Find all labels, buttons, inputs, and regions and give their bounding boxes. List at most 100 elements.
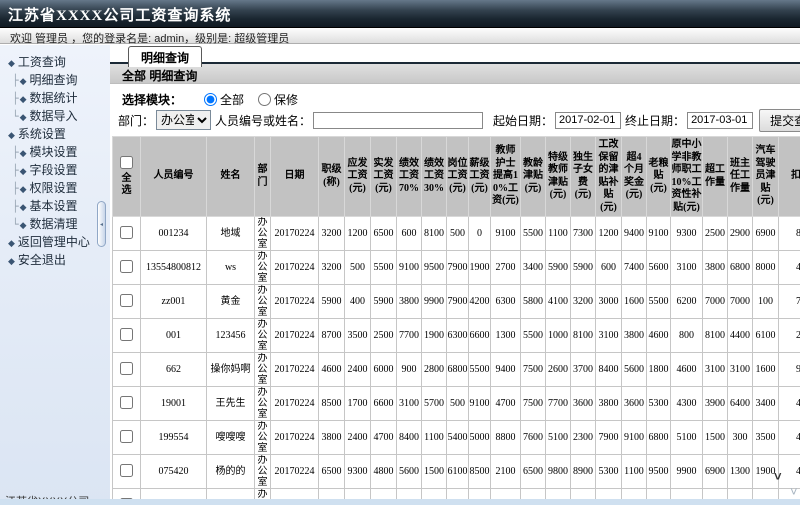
submit-query-button[interactable]: 提交查询 (759, 109, 800, 132)
cell-value: 3800 (622, 319, 647, 353)
cell-employee-id: 199554 (141, 421, 207, 455)
cell-value: 8100 (571, 319, 596, 353)
row-checkbox[interactable] (120, 464, 133, 477)
cell-value: 8400 (596, 353, 622, 387)
row-checkbox[interactable] (120, 328, 133, 341)
cell-value: 3900 (703, 387, 728, 421)
table-row: 19001王先生办公室20170224850017006600310057005… (113, 387, 800, 421)
name-input[interactable] (313, 112, 483, 129)
diamond-icon: ◆ (20, 166, 27, 176)
column-header-3: 日期 (271, 137, 319, 217)
table-row: 13554800812ws办公室201702243200500550091009… (113, 251, 800, 285)
results-table-container: 全选人员编号姓名部门日期职级(称)应发工资(元)实发工资(元)绩效工资70%绩效… (112, 136, 800, 502)
cell-value: 2500 (703, 217, 728, 251)
cell-value: 41 (779, 421, 800, 455)
cell-value: 5300 (647, 387, 671, 421)
cell-value: 0 (469, 217, 491, 251)
column-header-11: 教师护士提高10%工资(元) (491, 137, 521, 217)
cell-value: 89 (779, 217, 800, 251)
table-header-row: 全选人员编号姓名部门日期职级(称)应发工资(元)实发工资(元)绩效工资70%绩效… (113, 137, 800, 217)
row-checkbox[interactable] (120, 430, 133, 443)
cell-value: 3800 (319, 421, 345, 455)
row-checkbox[interactable] (120, 226, 133, 239)
cell-value: 1300 (728, 455, 753, 489)
column-header-22: 扣款 (779, 137, 800, 217)
cell-dept: 办公室 (255, 217, 271, 251)
row-select-cell (113, 251, 141, 285)
table-row: 075420杨的的办公室2017022465009300480056001500… (113, 455, 800, 489)
cell-date: 20170224 (271, 455, 319, 489)
cell-name: 操你妈啊 (207, 353, 255, 387)
start-date-label: 起始日期： (493, 112, 553, 129)
cell-value: 6300 (447, 319, 469, 353)
cell-employee-id: 662 (141, 353, 207, 387)
sidebar-item-2[interactable]: ◆返回管理中心 (0, 233, 110, 251)
cell-value: 2800 (422, 353, 447, 387)
cell-date: 20170224 (271, 353, 319, 387)
cell-value: 6200 (671, 285, 703, 319)
cell-value: 6600 (469, 319, 491, 353)
sidebar-collapse-handle[interactable]: ◂ (97, 201, 106, 247)
radio-all[interactable] (204, 93, 217, 106)
cell-value: 7400 (622, 251, 647, 285)
row-checkbox[interactable] (120, 396, 133, 409)
cell-value: 1500 (703, 421, 728, 455)
tab-detail-query[interactable]: 明细查询 (128, 46, 202, 67)
cell-value: 7300 (571, 217, 596, 251)
page-scroll-down-icon[interactable]: ˅ (790, 487, 798, 497)
module-option-all[interactable]: 全部 (204, 91, 244, 108)
sidebar-item-1[interactable]: ◆系统设置 (0, 125, 110, 143)
module-select-label: 选择模块： (122, 91, 182, 108)
sidebar-subitem-0-2[interactable]: └◆数据导入 (0, 107, 110, 125)
cell-value: 1100 (422, 421, 447, 455)
name-label: 人员编号或姓名： (215, 112, 311, 129)
radio-repair[interactable] (258, 93, 271, 106)
cell-value: 3500 (345, 319, 371, 353)
column-header-0: 人员编号 (141, 137, 207, 217)
cell-name: 地域 (207, 217, 255, 251)
cell-value: 1000 (546, 319, 571, 353)
cell-value: 4700 (491, 387, 521, 421)
row-checkbox[interactable] (120, 294, 133, 307)
row-checkbox[interactable] (120, 260, 133, 273)
cell-value: 400 (345, 285, 371, 319)
cell-dept: 办公室 (255, 319, 271, 353)
row-checkbox[interactable] (120, 362, 133, 375)
cell-value: 1300 (491, 319, 521, 353)
tree-branch-icon: ├ (12, 92, 19, 105)
cell-value: 7700 (546, 387, 571, 421)
sidebar-subitem-1-1[interactable]: ├◆字段设置 (0, 161, 110, 179)
cell-value: 8000 (753, 251, 779, 285)
cell-value: 6800 (728, 251, 753, 285)
start-date-input[interactable] (555, 112, 621, 129)
cell-value: 5000 (469, 421, 491, 455)
cell-value: 3800 (596, 387, 622, 421)
column-header-21: 汽车驾驶员津贴(元) (753, 137, 779, 217)
end-date-input[interactable] (687, 112, 753, 129)
sidebar-subitem-1-2[interactable]: ├◆权限设置 (0, 179, 110, 197)
sidebar-subitem-1-3[interactable]: ├◆基本设置 (0, 197, 110, 215)
cell-value: 3000 (596, 285, 622, 319)
module-option-repair[interactable]: 保修 (258, 91, 298, 108)
cell-value: 40 (779, 251, 800, 285)
column-header-17: 老粮贴(元) (647, 137, 671, 217)
scroll-down-icon[interactable]: ˅ (774, 472, 782, 482)
tree-branch-icon: ├ (12, 200, 19, 213)
cell-value: 5500 (521, 319, 546, 353)
sidebar-subitem-0-0[interactable]: ├◆明细查询 (0, 71, 110, 89)
sidebar-item-3[interactable]: ◆安全退出 (0, 251, 110, 269)
cell-value: 800 (671, 319, 703, 353)
cell-value: 1100 (622, 455, 647, 489)
sidebar: ◆工资查询├◆明细查询├◆数据统计└◆数据导入◆系统设置├◆模块设置├◆字段设置… (0, 45, 110, 505)
cell-value: 6100 (753, 319, 779, 353)
sidebar-subitem-0-1[interactable]: ├◆数据统计 (0, 89, 110, 107)
sidebar-item-0[interactable]: ◆工资查询 (0, 53, 110, 71)
cell-value: 9900 (422, 285, 447, 319)
cell-value: 2400 (345, 353, 371, 387)
sidebar-subitem-1-0[interactable]: ├◆模块设置 (0, 143, 110, 161)
select-all-checkbox[interactable] (120, 156, 133, 169)
sidebar-subitem-1-4[interactable]: └◆数据清理 (0, 215, 110, 233)
welcome-bar: 欢迎 管理员 ，您的登录名是: admin，级别是: 超级管理员 (0, 28, 800, 44)
column-header-8: 绩效工资30% (422, 137, 447, 217)
dept-select[interactable]: 办公室 (156, 110, 211, 130)
